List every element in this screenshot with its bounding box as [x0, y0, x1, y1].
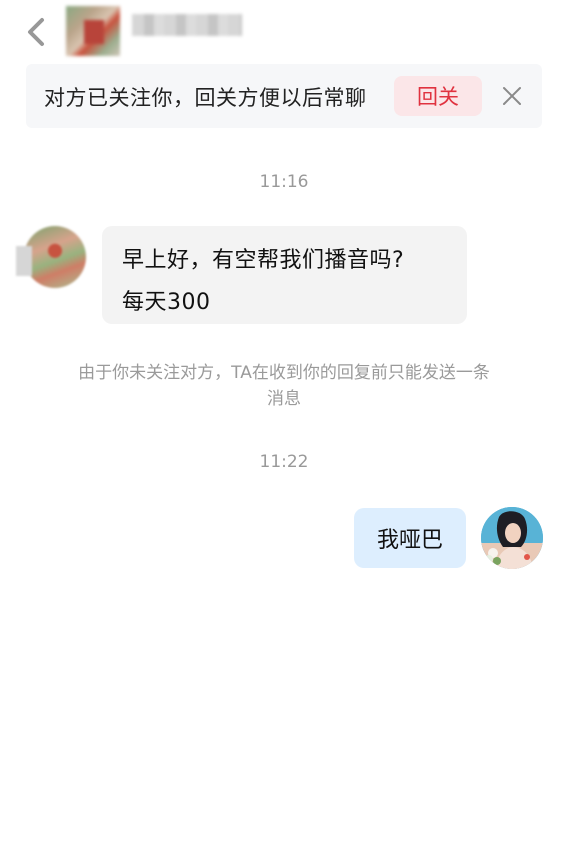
message-text-line: 每天300: [122, 290, 211, 315]
portrait-icon: [481, 507, 543, 569]
follow-back-text: 对方已关注你，回关方便以后常聊: [44, 86, 367, 110]
system-notice-line: 消息: [267, 389, 301, 409]
system-notice-line: 由于你未关注对方，TA在收到你的回复前只能发送一条: [78, 363, 490, 383]
incoming-message-bubble[interactable]: 早上好，有空帮我们播音吗? 每天300: [102, 226, 467, 324]
timestamp: 11:16: [259, 172, 309, 192]
back-arrow-icon[interactable]: [22, 12, 52, 52]
outgoing-message-bubble[interactable]: 我哑巴: [354, 508, 466, 568]
contact-avatar[interactable]: [66, 6, 120, 56]
timestamp: 11:22: [259, 452, 309, 472]
contact-name[interactable]: [132, 14, 242, 36]
my-avatar[interactable]: [481, 507, 543, 569]
system-notice: 由于你未关注对方，TA在收到你的回复前只能发送一条 消息: [48, 360, 520, 412]
follow-back-button[interactable]: 回关: [394, 76, 482, 116]
sender-avatar[interactable]: [16, 226, 86, 288]
chat-screen: 对方已关注你，回关方便以后常聊 回关 11:16 早上好，有空帮我们播音吗? 每…: [0, 0, 568, 864]
follow-back-banner: 对方已关注你，回关方便以后常聊 回关: [26, 64, 542, 128]
close-icon[interactable]: [500, 84, 524, 108]
message-text-line: 早上好，有空帮我们播音吗?: [122, 248, 405, 273]
chat-header: [0, 0, 568, 62]
